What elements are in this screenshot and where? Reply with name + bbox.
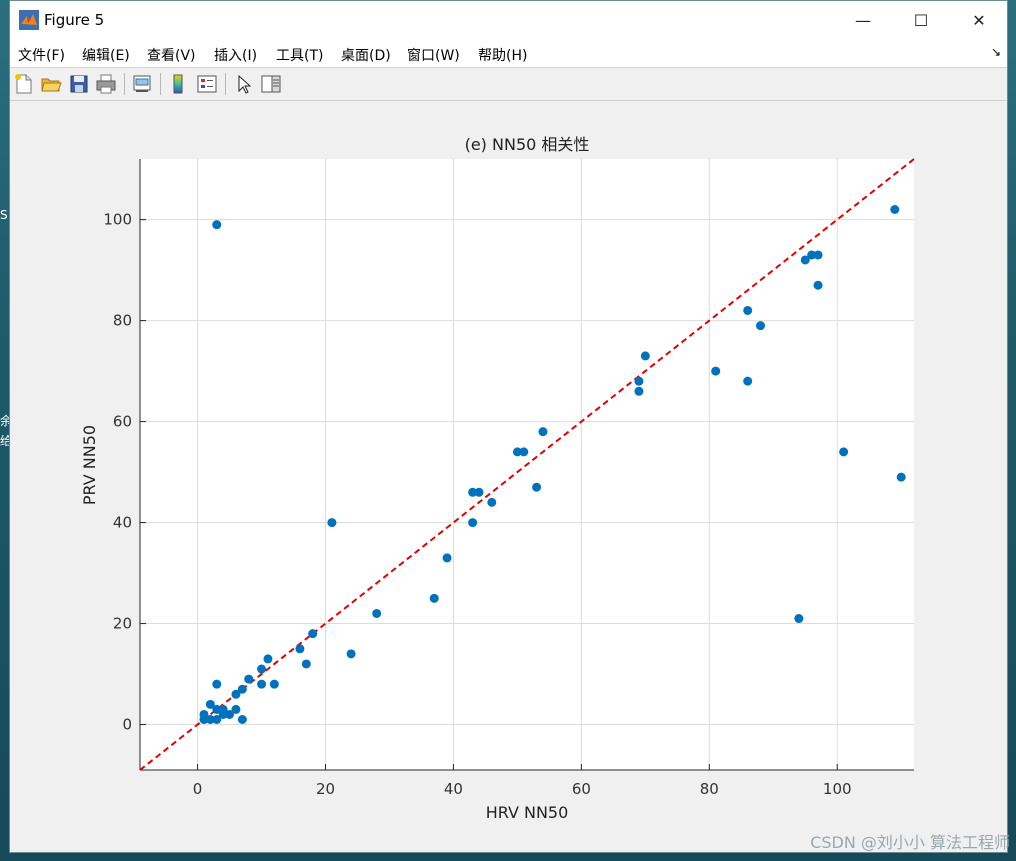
scatter-point <box>372 608 382 618</box>
scatter-point <box>813 250 823 260</box>
menu-edit[interactable]: 编辑(E) <box>82 45 130 65</box>
menu-window[interactable]: 窗口(W) <box>407 45 460 65</box>
scatter-point <box>263 654 273 664</box>
scatter-point <box>640 351 650 361</box>
scatter-point <box>896 472 906 482</box>
scatter-point <box>429 593 439 603</box>
menu-view[interactable]: 查看(V) <box>147 45 196 65</box>
scatter-point <box>890 204 900 214</box>
menu-insert[interactable]: 插入(I) <box>214 45 257 65</box>
scatter-point <box>308 629 318 639</box>
menu-tools[interactable]: 工具(T) <box>276 45 323 65</box>
chart-title: (e) NN50 相关性 <box>465 135 590 154</box>
scatter-point <box>532 482 542 492</box>
figure-canvas: (e) NN50 相关性 0 20 40 60 80 100 0 20 40 60 80 100 H… <box>10 101 1007 854</box>
y-tick-label: 0 <box>122 716 132 734</box>
toolbar-separator <box>225 73 226 95</box>
window-title: Figure 5 <box>44 11 105 29</box>
scatter-point <box>474 487 484 497</box>
menu-help[interactable]: 帮助(H) <box>478 45 527 65</box>
scatter-point <box>237 715 247 725</box>
legend-icon[interactable] <box>196 73 218 95</box>
open-file-icon[interactable] <box>40 73 62 95</box>
scatter-point <box>269 679 279 689</box>
desktop-text: S <box>0 208 8 222</box>
scatter-point <box>442 553 452 563</box>
x-axis-label: HRV NN50 <box>486 803 569 822</box>
scatter-point <box>257 664 267 674</box>
scatter-plot[interactable]: (e) NN50 相关性 0 20 40 60 80 100 0 20 40 60 80 100 H… <box>10 101 1009 854</box>
scatter-point <box>212 679 222 689</box>
scatter-point <box>327 518 337 528</box>
scatter-point <box>813 280 823 290</box>
matlab-icon <box>19 10 39 30</box>
dock-arrow-icon[interactable]: ↘ <box>991 45 1001 59</box>
link-plot-icon[interactable] <box>131 73 153 95</box>
scatter-point <box>295 644 305 654</box>
scatter-point <box>519 447 529 457</box>
scatter-point <box>743 305 753 315</box>
toolbar-separator <box>124 73 125 95</box>
close-button[interactable]: ✕ <box>950 1 1008 39</box>
y-tick-label: 20 <box>113 615 132 633</box>
menu-desktop[interactable]: 桌面(D) <box>341 45 391 65</box>
maximize-button[interactable]: ☐ <box>892 1 950 39</box>
watermark: CSDN @刘小小 算法工程师 <box>810 833 1010 852</box>
colorbar-icon[interactable] <box>167 73 189 95</box>
scatter-point <box>743 376 753 386</box>
scatter-point <box>634 386 644 396</box>
scatter-point <box>634 376 644 386</box>
x-tick-label: 20 <box>316 780 335 798</box>
y-tick-label: 40 <box>113 514 132 532</box>
toolbar-separator <box>160 73 161 95</box>
x-tick-label: 100 <box>823 780 852 798</box>
pointer-icon[interactable] <box>233 73 255 95</box>
title-bar[interactable]: Figure 5 — ☐ ✕ <box>10 1 1007 39</box>
scatter-point <box>237 684 247 694</box>
scatter-point <box>244 674 254 684</box>
y-axis-label: PRV NN50 <box>80 425 99 505</box>
scatter-point <box>231 704 241 714</box>
scatter-point <box>794 614 804 624</box>
x-tick-label: 80 <box>700 780 719 798</box>
x-tick-label: 40 <box>444 780 463 798</box>
save-icon[interactable] <box>68 73 90 95</box>
menu-file[interactable]: 文件(F) <box>18 45 65 65</box>
menu-bar: 文件(F) 编辑(E) 查看(V) 插入(I) 工具(T) 桌面(D) 窗口(W… <box>10 39 1007 68</box>
scatter-point <box>468 518 478 528</box>
print-icon[interactable] <box>95 73 117 95</box>
scatter-point <box>346 649 356 659</box>
new-figure-icon[interactable] <box>13 73 35 95</box>
y-tick-label: 60 <box>113 413 132 431</box>
property-inspector-icon[interactable] <box>260 73 282 95</box>
x-tick-label: 60 <box>572 780 591 798</box>
toolbar <box>10 68 1007 101</box>
scatter-point <box>755 321 765 331</box>
scatter-point <box>711 366 721 376</box>
minimize-button[interactable]: — <box>834 1 892 39</box>
scatter-point <box>487 497 497 507</box>
scatter-point <box>257 679 267 689</box>
scatter-point <box>212 220 222 230</box>
scatter-point <box>839 447 849 457</box>
figure-window: Figure 5 — ☐ ✕ 文件(F) 编辑(E) 查看(V) 插入(I) 工… <box>9 0 1008 853</box>
scatter-point <box>301 659 311 669</box>
scatter-point <box>538 427 548 437</box>
y-tick-label: 80 <box>113 312 132 330</box>
x-tick-label: 0 <box>193 780 203 798</box>
y-tick-label: 100 <box>103 211 132 229</box>
